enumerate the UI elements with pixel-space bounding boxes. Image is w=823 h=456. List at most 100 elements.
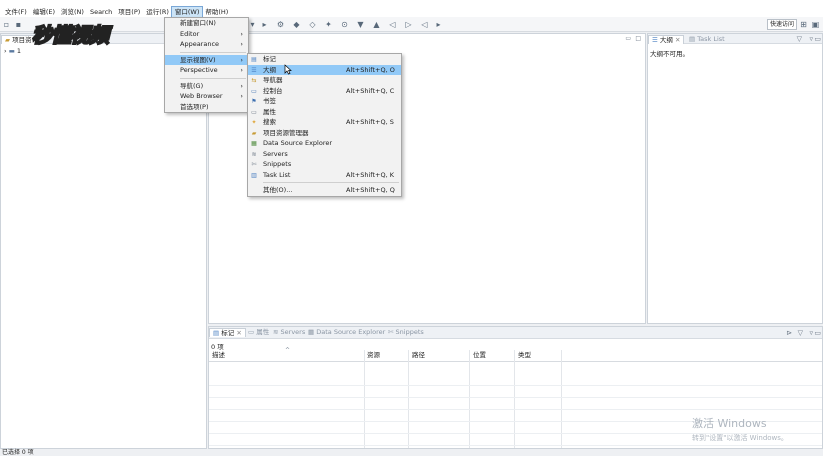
show-view-item[interactable]: ▦ Data Source Explorer bbox=[248, 138, 401, 149]
menu-item-label: 导航(G) bbox=[180, 81, 204, 90]
show-view-item[interactable]: 其他(O)... Alt+Shift+Q, Q bbox=[248, 185, 401, 196]
window-menu-item[interactable]: 显示视图(V) › bbox=[165, 54, 248, 65]
data-source-icon: ▦ bbox=[308, 328, 315, 336]
col-path[interactable]: 路径 bbox=[412, 350, 425, 361]
window-menu-item[interactable]: 导航(G) › bbox=[165, 81, 248, 92]
menu-separator bbox=[180, 51, 246, 53]
annotation-icon[interactable]: ⊙ bbox=[340, 20, 349, 29]
menu-item[interactable]: 运行(R) bbox=[143, 7, 172, 17]
debug-icon[interactable]: ▾ bbox=[248, 20, 257, 29]
tab-servers[interactable]: ≋ Servers bbox=[270, 328, 308, 337]
col-resource[interactable]: 资源 bbox=[367, 350, 380, 361]
back-icon[interactable]: ◁ bbox=[388, 20, 397, 29]
submenu-arrow-icon: › bbox=[240, 40, 243, 48]
show-view-item[interactable]: ≋ Servers bbox=[248, 149, 401, 160]
menu-item-label: 导航器 bbox=[263, 76, 283, 84]
tab-markers[interactable]: ▤ 标记 ✕ bbox=[209, 328, 246, 337]
show-view-submenu: ▤ 标记 ☰ 大纲 Alt+Shift+Q, O ⇆ 导航器 ▭ 控制台 Alt+Shift+Q,… bbox=[247, 53, 402, 197]
minimize-icon[interactable]: ▿ bbox=[809, 329, 813, 337]
table-row bbox=[209, 374, 822, 386]
col-type[interactable]: 类型 bbox=[518, 350, 531, 361]
menu-item[interactable]: 项目(P) bbox=[115, 7, 143, 17]
quick-access-field[interactable]: 快速访问 bbox=[767, 19, 797, 30]
menu-item-shortcut: Alt+Shift+Q, O bbox=[346, 65, 395, 74]
tree-item-project[interactable]: › ▬ 1 bbox=[4, 47, 21, 55]
close-icon[interactable]: ✕ bbox=[675, 36, 680, 44]
view-menu-icon[interactable]: ▽ bbox=[798, 329, 803, 337]
window-menu-item[interactable]: Perspective › bbox=[165, 65, 248, 76]
show-view-item[interactable]: ▭ 控制台 Alt+Shift+Q, C bbox=[248, 86, 401, 97]
nav-forward-icon[interactable]: ▸ bbox=[434, 20, 443, 29]
maximize-icon[interactable]: ▭ bbox=[814, 35, 821, 43]
menu-item[interactable]: Search bbox=[87, 7, 115, 17]
last-edit-icon[interactable]: ◁ bbox=[420, 20, 429, 29]
window-menu-item[interactable]: 首选项(P) bbox=[165, 102, 248, 113]
window-menu-item[interactable]: Web Browser › bbox=[165, 91, 248, 102]
menu-item[interactable]: 窗口(W) bbox=[170, 5, 204, 18]
maximize-icon[interactable]: □ bbox=[635, 35, 641, 42]
status-bar: 已选择 0 项 bbox=[0, 449, 823, 456]
open-perspective-icon[interactable]: ⊞ bbox=[799, 20, 808, 29]
save-icon[interactable]: ▪ bbox=[14, 20, 23, 29]
show-view-item[interactable]: ✦ 搜索 Alt+Shift+Q, S bbox=[248, 117, 401, 128]
view-menu-icon[interactable]: ▽ bbox=[797, 35, 802, 43]
search-toolbar-icon[interactable]: ✦ bbox=[324, 20, 333, 29]
maximize-icon[interactable]: ▭ bbox=[814, 329, 821, 337]
new-icon[interactable]: ▫ bbox=[2, 20, 11, 29]
show-view-item[interactable]: ☰ 大纲 Alt+Shift+Q, O bbox=[248, 64, 401, 75]
menu-item[interactable]: 编辑(E) bbox=[30, 7, 58, 17]
servers-icon: ≋ bbox=[273, 328, 279, 336]
tab-label: Snippets bbox=[395, 328, 424, 336]
outline-panel: ☰ 大纲 ✕ ▤ Task List ▽ ▿ ▭ 大纲不可用。 bbox=[647, 33, 823, 324]
servers-icon: ≋ bbox=[251, 150, 257, 158]
show-view-item[interactable]: ▭ 属性 bbox=[248, 107, 401, 118]
navigator-icon: ⇆ bbox=[251, 77, 257, 84]
java-ee-perspective-icon[interactable]: ▣ bbox=[811, 20, 820, 29]
open-type-icon[interactable]: ◇ bbox=[308, 20, 317, 29]
tab-snippets[interactable]: ✄ Snippets bbox=[385, 328, 427, 337]
tab-label: Servers bbox=[280, 328, 306, 336]
forward-icon[interactable]: ▷ bbox=[404, 20, 413, 29]
external-tools-icon[interactable]: ⚙ bbox=[276, 20, 285, 29]
prev-annotation-icon[interactable]: ▲ bbox=[372, 20, 381, 29]
menu-item[interactable]: 文件(F) bbox=[2, 7, 30, 17]
window-menu-item[interactable]: Appearance › bbox=[165, 39, 248, 50]
minimize-icon[interactable]: ▭ bbox=[625, 35, 631, 42]
col-description[interactable]: 描述 bbox=[212, 350, 225, 361]
outline-message: 大纲不可用。 bbox=[650, 50, 689, 58]
show-view-item[interactable]: ▥ Task List Alt+Shift+Q, K bbox=[248, 170, 401, 181]
show-view-item[interactable]: ✄ Snippets bbox=[248, 159, 401, 170]
outline-icon: ☰ bbox=[652, 36, 658, 44]
window-menu-item[interactable]: Editor › bbox=[165, 29, 248, 40]
menu-item[interactable]: 浏览(N) bbox=[58, 7, 87, 17]
menu-separator bbox=[263, 182, 399, 183]
show-view-item[interactable]: ▤ 标记 bbox=[248, 54, 401, 65]
show-view-item[interactable]: ⇆ 导航器 bbox=[248, 75, 401, 86]
table-row bbox=[209, 398, 822, 410]
tab-data-source-explorer[interactable]: ▦ Data Source Explorer bbox=[305, 328, 388, 337]
markers-icon: ▤ bbox=[213, 329, 220, 337]
menu-item-label: 显示视图(V) bbox=[180, 55, 216, 64]
window-menu-item[interactable]: 新建窗口(N) bbox=[165, 18, 248, 29]
col-location[interactable]: 位置 bbox=[473, 350, 486, 361]
expand-arrow-icon[interactable]: › bbox=[4, 47, 7, 55]
tab-properties[interactable]: ▭ 属性 bbox=[245, 328, 272, 337]
run-icon[interactable]: ▸ bbox=[260, 20, 269, 29]
close-icon[interactable]: ✕ bbox=[236, 329, 241, 337]
activation-watermark: 激活 Windows 转到"设置"以激活 Windows。 bbox=[692, 415, 788, 443]
tab-project-explorer[interactable]: ▰ 项目资 bbox=[1, 35, 36, 44]
mouse-cursor-icon bbox=[284, 64, 292, 75]
menu-item-label: 属性 bbox=[263, 107, 276, 116]
menu-item[interactable]: 帮助(H) bbox=[202, 7, 231, 17]
minimize-icon[interactable]: ▿ bbox=[809, 35, 813, 43]
show-view-item[interactable]: ▰ 项目资源管理器 bbox=[248, 128, 401, 139]
show-view-item[interactable]: ⚑ 书签 bbox=[248, 96, 401, 107]
menu-item-label: 其他(O)... bbox=[263, 186, 293, 194]
tab-outline[interactable]: ☰ 大纲 ✕ bbox=[648, 35, 685, 44]
filter-icon[interactable]: ⊳ bbox=[786, 329, 792, 337]
new-server-icon[interactable]: ◆ bbox=[292, 20, 301, 29]
menu-item-shortcut: Alt+Shift+Q, C bbox=[346, 86, 395, 95]
next-annotation-icon[interactable]: ▼ bbox=[356, 20, 365, 29]
menu-item-label: Perspective bbox=[180, 66, 218, 74]
tab-task-list[interactable]: ▤ Task List bbox=[686, 35, 728, 44]
